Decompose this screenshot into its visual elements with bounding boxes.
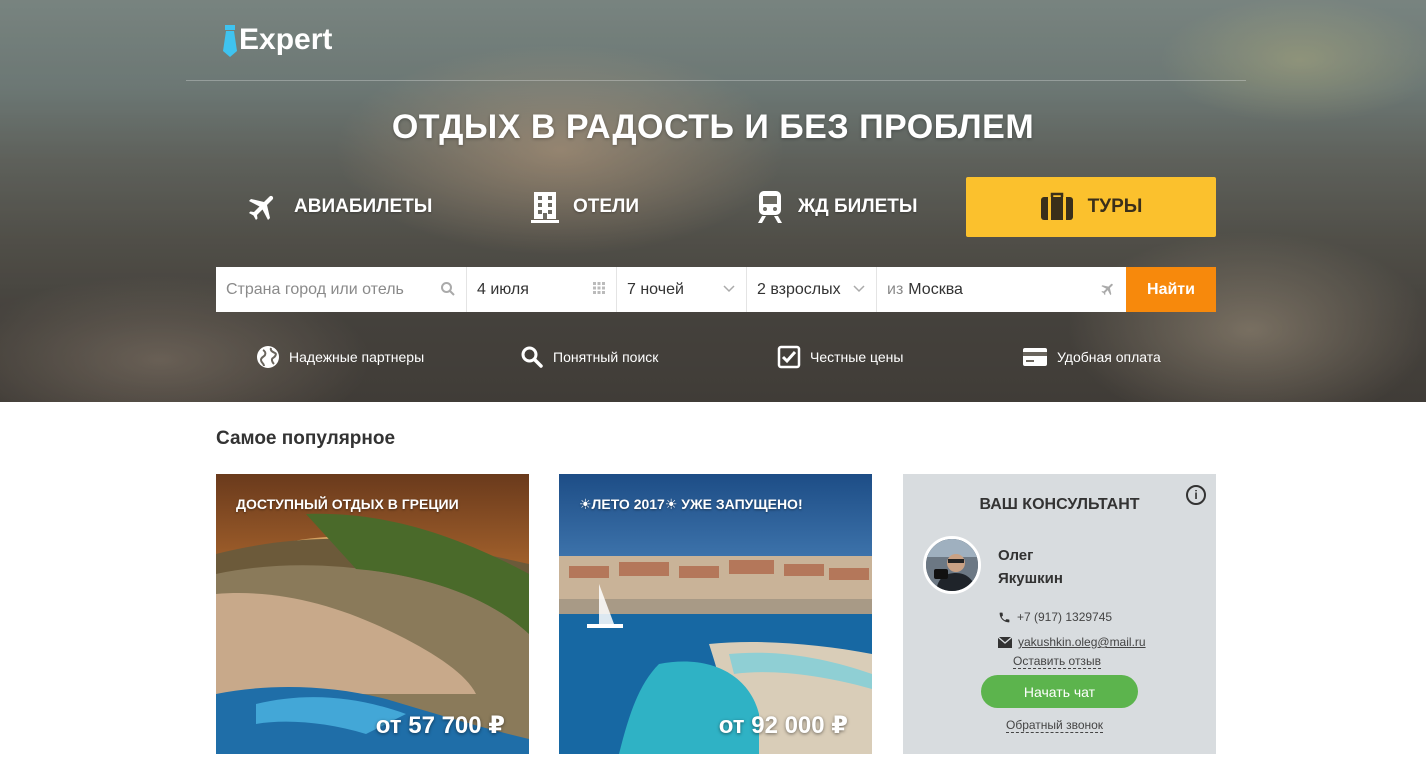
tab-hotels[interactable]: ОТЕЛИ	[531, 177, 639, 237]
card-price: от 57 700 ₽	[375, 712, 505, 739]
benefit-label: Честные цены	[810, 349, 904, 365]
consultant-phone: +7 (917) 1329745	[998, 610, 1112, 624]
destination-field	[216, 267, 467, 312]
consultant-email: yakushkin.oleg@mail.ru	[998, 635, 1146, 649]
page-headline: ОТДЫХ В РАДОСТЬ И БЕЗ ПРОБЛЕМ	[391, 108, 1035, 146]
find-button[interactable]: Найти	[1126, 267, 1216, 312]
benefit-label: Надежные партнеры	[289, 349, 425, 365]
avatar	[923, 536, 981, 594]
airplane-icon	[1100, 281, 1116, 302]
divider	[186, 80, 1246, 81]
logo[interactable]: Expert	[222, 22, 332, 58]
adults-value: 2 взрослых	[757, 280, 841, 298]
benefit-payment: Удобная оплата	[1022, 344, 1161, 370]
date-value: 4 июля	[477, 280, 529, 298]
tour-search-form: 4 июля 7 ночей 2 взрослых	[216, 267, 1216, 312]
chevron-down-icon	[722, 281, 736, 300]
consultant-first-name: Олег	[998, 547, 1034, 564]
consultant-panel: i ВАШ КОНСУЛЬТАНТ Олег Якушкин +7 (917) …	[903, 474, 1216, 754]
logo-text: Expert	[239, 23, 333, 56]
tab-tours[interactable]: ТУРЫ	[966, 177, 1216, 237]
benefits-list: Надежные партнеры Понятный поиск Честные…	[216, 344, 1216, 370]
nights-value: 7 ночей	[627, 280, 684, 298]
offer-card-summer[interactable]: ☀ЛЕТО 2017☀ УЖЕ ЗАПУЩЕНО! от 92 000 ₽	[559, 474, 872, 754]
nights-select[interactable]: 7 ночей	[617, 267, 747, 312]
tab-label: ТУРЫ	[1087, 196, 1143, 217]
from-city-value: Москва	[908, 280, 963, 298]
benefit-prices: Честные цены	[777, 344, 903, 370]
train-icon	[756, 190, 784, 224]
leave-review-link[interactable]: Оставить отзыв	[1013, 654, 1101, 669]
search-icon	[520, 345, 544, 369]
product-tabs: АВИАБИЛЕТЫ ОТЕЛИ ЖД БИЛЕТЫ ТУРЫ	[216, 177, 1216, 237]
credit-card-icon	[1022, 347, 1048, 367]
checkbox-icon	[777, 345, 801, 369]
email-link[interactable]: yakushkin.oleg@mail.ru	[1018, 635, 1146, 649]
date-field[interactable]: 4 июля	[467, 267, 617, 312]
tab-flights[interactable]: АВИАБИЛЕТЫ	[246, 177, 432, 237]
consultant-title: ВАШ КОНСУЛЬТАНТ	[979, 496, 1140, 513]
benefit-partners: Надежные партнеры	[256, 344, 424, 370]
consultant-last-name: Якушкин	[998, 570, 1063, 587]
tab-label: АВИАБИЛЕТЫ	[294, 196, 433, 217]
hotel-icon	[531, 191, 559, 223]
adults-select[interactable]: 2 взрослых	[747, 267, 877, 312]
card-price: от 92 000 ₽	[718, 712, 848, 739]
phone-icon	[998, 611, 1011, 624]
tab-label: ОТЕЛИ	[573, 196, 640, 217]
airplane-icon	[246, 190, 280, 224]
tab-trains[interactable]: ЖД БИЛЕТЫ	[756, 177, 918, 237]
benefit-label: Удобная оплата	[1057, 349, 1161, 365]
phone-number: +7 (917) 1329745	[1017, 610, 1113, 624]
card-title: ДОСТУПНЫЙ ОТДЫХ В ГРЕЦИИ	[236, 496, 459, 512]
hero-banner: Expert ОТДЫХ В РАДОСТЬ И БЕЗ ПРОБЛЕМ АВИ…	[0, 0, 1426, 402]
benefit-label: Понятный поиск	[553, 349, 659, 365]
destination-input[interactable]	[226, 280, 456, 299]
card-title: ☀ЛЕТО 2017☀ УЖЕ ЗАПУЩЕНО!	[579, 496, 803, 512]
envelope-icon	[998, 636, 1012, 648]
calendar-grid-icon	[592, 281, 606, 300]
section-title: Самое популярное	[216, 428, 396, 449]
start-chat-button[interactable]: Начать чат	[981, 675, 1138, 708]
globe-icon	[256, 345, 280, 369]
callback-link[interactable]: Обратный звонок	[1006, 718, 1104, 733]
consultant-name: Олег Якушкин	[998, 544, 1063, 590]
offer-card-greece[interactable]: ДОСТУПНЫЙ ОТДЫХ В ГРЕЦИИ от 57 700 ₽	[216, 474, 529, 754]
benefit-search: Понятный поиск	[520, 344, 658, 370]
suitcase-icon	[1040, 192, 1074, 222]
from-prefix: из	[887, 280, 904, 298]
departure-city-field[interactable]: из Москва	[877, 267, 1126, 312]
search-icon	[440, 281, 456, 302]
tie-icon	[222, 23, 238, 57]
chevron-down-icon	[852, 281, 866, 300]
tab-label: ЖД БИЛЕТЫ	[798, 196, 918, 217]
